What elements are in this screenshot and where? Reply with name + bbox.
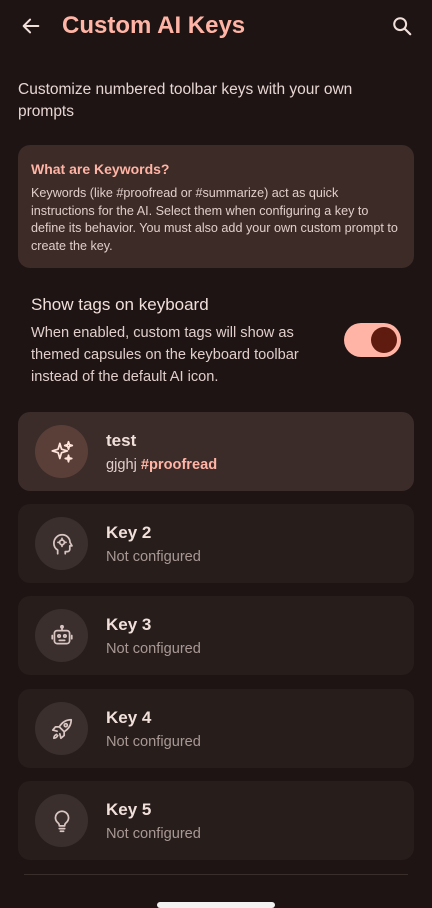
keywords-info-card: What are Keywords? Keywords (like #proof…: [18, 145, 414, 268]
head-gear-icon: [49, 531, 75, 557]
key-icon-container: [35, 517, 88, 570]
rocket-icon: [49, 716, 75, 742]
key-description-line: gjghj #proofread: [106, 455, 217, 475]
key-item-4[interactable]: Key 4 Not configured: [18, 689, 414, 768]
key-item-2[interactable]: Key 2 Not configured: [18, 504, 414, 583]
show-tags-toggle[interactable]: [344, 323, 401, 357]
key-icon-container: [35, 425, 88, 478]
key-name: test: [106, 431, 137, 450]
show-tags-title: Show tags on keyboard: [31, 295, 209, 314]
page-subtitle: Customize numbered toolbar keys with you…: [18, 81, 353, 120]
key-description: Not configured: [106, 549, 201, 565]
list-divider: [24, 874, 408, 875]
sparkles-icon: [49, 439, 75, 465]
key-description: Not configured: [106, 641, 201, 657]
toggle-thumb: [371, 327, 397, 353]
back-button[interactable]: [15, 10, 47, 42]
lightbulb-icon: [49, 808, 75, 834]
info-card-body: Keywords (like #proofread or #summarize)…: [31, 186, 398, 253]
key-name: Key 2: [106, 523, 152, 542]
key-item-3[interactable]: Key 3 Not configured: [18, 596, 414, 675]
home-indicator[interactable]: [157, 902, 275, 908]
key-description: Not configured: [106, 826, 201, 842]
search-icon: [391, 15, 413, 37]
info-card-title: What are Keywords?: [31, 161, 170, 177]
key-icon-container: [35, 702, 88, 755]
key-name: Key 5: [106, 800, 152, 819]
key-name: Key 4: [106, 708, 152, 727]
key-tag: #proofread: [140, 457, 218, 473]
robot-icon: [49, 623, 75, 649]
arrow-left-icon: [20, 15, 42, 37]
show-tags-description: When enabled, custom tags will show as t…: [31, 325, 299, 385]
key-name: Key 3: [106, 615, 152, 634]
search-button[interactable]: [386, 10, 418, 42]
key-item-5[interactable]: Key 5 Not configured: [18, 781, 414, 860]
key-icon-container: [35, 609, 88, 662]
page-title: Custom AI Keys: [62, 12, 246, 39]
key-item-test[interactable]: test gjghj #proofread: [18, 412, 414, 491]
key-description: gjghj: [106, 457, 137, 473]
top-app-bar: Custom AI Keys: [0, 0, 432, 52]
key-icon-container: [35, 794, 88, 847]
key-description: Not configured: [106, 734, 201, 750]
show-tags-setting: Show tags on keyboard When enabled, cust…: [31, 293, 411, 393]
